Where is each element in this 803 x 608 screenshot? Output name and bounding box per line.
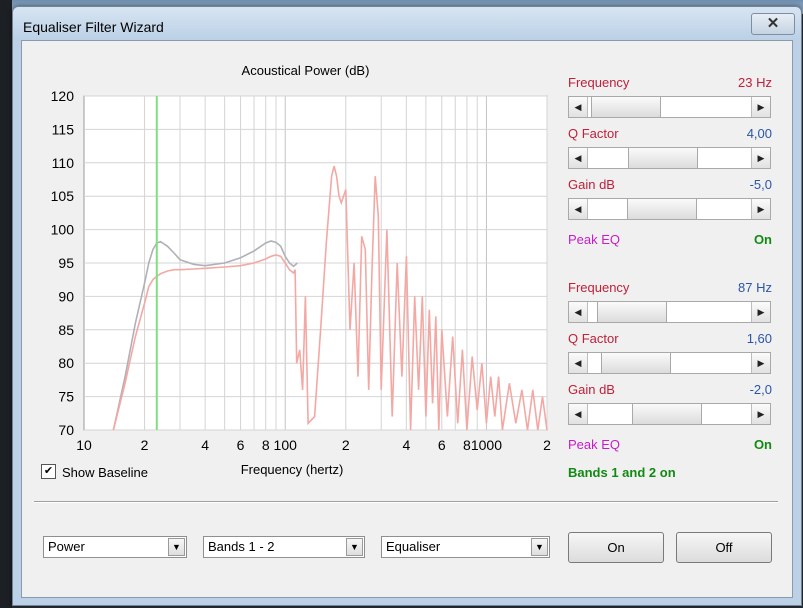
band2-type-label: Peak EQ: [568, 437, 621, 452]
scroll-right-icon[interactable]: ▶: [751, 97, 770, 117]
band1-gain-value: -5,0: [749, 177, 772, 192]
x-tick-label: 2: [543, 437, 551, 453]
band2-q-value: 1,60: [746, 331, 772, 346]
band1-gain-label: Gain dB: [568, 177, 615, 192]
scroll-left-icon[interactable]: ◀: [569, 302, 588, 322]
y-tick-label: 105: [51, 188, 75, 204]
band1-type-label: Peak EQ: [568, 232, 621, 247]
bands-status: Bands 1 and 2 on: [568, 465, 676, 480]
x-tick-label: 8: [262, 437, 270, 453]
band1-q-slider[interactable]: ◀ ▶: [568, 147, 771, 169]
scroll-right-icon[interactable]: ▶: [751, 199, 770, 219]
scroll-right-icon[interactable]: ▶: [751, 302, 770, 322]
chevron-down-icon[interactable]: ▼: [168, 538, 185, 556]
band2-frequency-label: Frequency: [568, 280, 630, 295]
measurement-type-value: Power: [48, 539, 85, 554]
band2-type-value[interactable]: On: [722, 437, 772, 452]
show-baseline-label[interactable]: Show Baseline: [62, 465, 148, 480]
scroll-left-icon[interactable]: ◀: [569, 148, 588, 168]
band1-frequency-label: Frequency: [568, 75, 630, 90]
band1-q-label: Q Factor: [568, 126, 619, 141]
close-button[interactable]: ✕: [751, 13, 795, 35]
scroll-right-icon[interactable]: ▶: [751, 148, 770, 168]
slider-thumb[interactable]: [631, 404, 702, 424]
y-tick-label: 85: [58, 322, 74, 338]
band2-gain-value: -2,0: [749, 382, 772, 397]
scroll-right-icon[interactable]: ▶: [751, 353, 770, 373]
measurement-type-select[interactable]: Power ▼: [43, 536, 187, 558]
slider-thumb[interactable]: [626, 199, 697, 219]
equaliser-dialog: Equaliser Filter Wizard ✕ Acoustical Pow…: [12, 6, 802, 606]
x-tick-label: 10: [76, 437, 92, 453]
band1-gain-slider[interactable]: ◀ ▶: [568, 198, 771, 220]
bands-value: Bands 1 - 2: [208, 539, 275, 554]
band2-gain-slider[interactable]: ◀ ▶: [568, 403, 771, 425]
scroll-left-icon[interactable]: ◀: [569, 353, 588, 373]
y-tick-label: 120: [51, 88, 75, 104]
band2-frequency-value: 87 Hz: [738, 280, 772, 295]
off-button[interactable]: Off: [676, 532, 772, 563]
bands-select[interactable]: Bands 1 - 2 ▼: [203, 536, 365, 558]
title-bar: Equaliser Filter Wizard ✕: [13, 7, 801, 39]
scroll-left-icon[interactable]: ◀: [569, 97, 588, 117]
band2-frequency-slider[interactable]: ◀ ▶: [568, 301, 771, 323]
x-tick-label: 2: [342, 437, 350, 453]
on-button[interactable]: On: [568, 532, 664, 563]
y-tick-label: 100: [51, 222, 75, 238]
band2-gain-label: Gain dB: [568, 382, 615, 397]
y-tick-label: 80: [58, 355, 74, 371]
band1-frequency-value: 23 Hz: [738, 75, 772, 90]
band1-q-value: 4,00: [746, 126, 772, 141]
band2-q-slider[interactable]: ◀ ▶: [568, 352, 771, 374]
band2-q-label: Q Factor: [568, 331, 619, 346]
y-tick-label: 70: [58, 422, 74, 438]
x-axis-label: Frequency (hertz): [241, 462, 344, 477]
x-tick-label: 4: [402, 437, 410, 453]
x-tick-label: 2: [141, 437, 149, 453]
slider-thumb[interactable]: [601, 353, 672, 373]
background-desktop-left: [0, 0, 12, 608]
x-tick-label: 6: [438, 437, 446, 453]
x-tick-label: 100: [274, 437, 298, 453]
x-tick-label: 1000: [471, 437, 502, 453]
scroll-right-icon[interactable]: ▶: [751, 404, 770, 424]
y-tick-label: 75: [58, 389, 74, 405]
show-baseline-checkbox[interactable]: ✔: [41, 464, 56, 479]
separator-line: [34, 501, 778, 503]
slider-thumb[interactable]: [627, 148, 698, 168]
scroll-left-icon[interactable]: ◀: [569, 199, 588, 219]
chevron-down-icon[interactable]: ▼: [531, 538, 548, 556]
slider-thumb[interactable]: [596, 302, 667, 322]
x-tick-label: 4: [201, 437, 209, 453]
x-tick-label: 6: [237, 437, 245, 453]
filter-mode-value: Equaliser: [386, 539, 441, 554]
filter-mode-select[interactable]: Equaliser ▼: [381, 536, 550, 558]
y-tick-label: 90: [58, 288, 74, 304]
y-tick-label: 95: [58, 255, 74, 271]
slider-thumb[interactable]: [590, 97, 661, 117]
window-title: Equaliser Filter Wizard: [23, 19, 164, 35]
dialog-client-area: Acoustical Power (dB) 120 115 110 105 100 95 90…: [21, 40, 793, 598]
acoustical-power-chart: Acoustical Power (dB) 120 115 110 105 100 95 90…: [51, 63, 551, 477]
chevron-down-icon[interactable]: ▼: [346, 538, 363, 556]
band1-type-value[interactable]: On: [722, 232, 772, 247]
x-tick-label: 8: [463, 437, 471, 453]
y-tick-label: 115: [52, 121, 75, 137]
band1-frequency-slider[interactable]: ◀ ▶: [568, 96, 771, 118]
chart-title: Acoustical Power (dB): [242, 63, 370, 78]
scroll-left-icon[interactable]: ◀: [569, 404, 588, 424]
y-tick-label: 110: [52, 155, 75, 171]
